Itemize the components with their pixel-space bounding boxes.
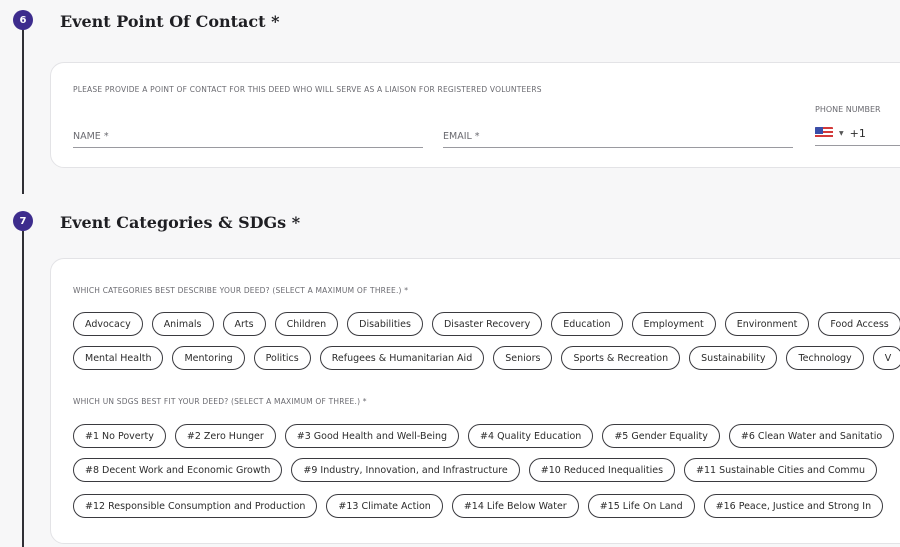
category-chip[interactable]: Arts [222, 312, 266, 336]
section-title-categories: Event Categories & SDGs * [60, 213, 301, 232]
phone-label: PHONE NUMBER [815, 105, 881, 114]
category-chip[interactable]: Food Access [818, 312, 900, 336]
sdg-chip[interactable]: #15 Life On Land [587, 494, 695, 518]
sdg-chip[interactable]: #14 Life Below Water [451, 494, 579, 518]
sdgs-question: WHICH UN SDGS BEST FIT YOUR DEED? (SELEC… [73, 397, 367, 406]
email-placeholder: EMAIL * [443, 130, 480, 142]
category-chip[interactable]: Employment [631, 312, 716, 336]
sdg-chip-row: #12 Responsible Consumption and Producti… [73, 494, 884, 518]
timeline-line [22, 231, 24, 547]
category-chip[interactable]: Mental Health [73, 346, 164, 370]
sdg-chip[interactable]: #12 Responsible Consumption and Producti… [73, 494, 318, 518]
step-badge-7: 7 [13, 211, 33, 231]
us-flag-icon[interactable] [815, 127, 833, 139]
category-chip[interactable]: Mentoring [172, 346, 245, 370]
name-field[interactable]: NAME * [73, 125, 423, 148]
chevron-down-icon[interactable]: ▼ [839, 130, 844, 137]
category-chip[interactable]: Disaster Recovery [431, 312, 543, 336]
sdg-chip[interactable]: #10 Reduced Inequalities [528, 458, 676, 482]
timeline-line [22, 28, 24, 194]
section-title-contact: Event Point Of Contact * [60, 12, 280, 31]
sdg-chip[interactable]: #11 Sustainable Cities and Commu [684, 458, 877, 482]
category-chip[interactable]: Advocacy [73, 312, 143, 336]
sdg-chip[interactable]: #3 Good Health and Well-Being [284, 424, 460, 448]
category-chip[interactable]: Technology [786, 346, 864, 370]
category-chip-row: Mental Health Mentoring Politics Refugee… [73, 346, 900, 370]
category-chip[interactable]: Environment [724, 312, 810, 336]
categories-card: WHICH CATEGORIES BEST DESCRIBE YOUR DEED… [50, 258, 900, 544]
category-chip[interactable]: Politics [253, 346, 311, 370]
category-chip[interactable]: Disabilities [347, 312, 423, 336]
sdg-chip[interactable]: #16 Peace, Justice and Strong In [703, 494, 884, 518]
contact-card: PLEASE PROVIDE A POINT OF CONTACT FOR TH… [50, 62, 900, 168]
category-chip[interactable]: Children [274, 312, 339, 336]
sdg-chip-row: #1 No Poverty #2 Zero Hunger #3 Good Hea… [73, 424, 895, 448]
category-chip-row: Advocacy Animals Arts Children Disabilit… [73, 312, 900, 336]
sdg-chip[interactable]: #8 Decent Work and Economic Growth [73, 458, 283, 482]
sdg-chip-row: #8 Decent Work and Economic Growth #9 In… [73, 458, 877, 482]
sdg-chip[interactable]: #2 Zero Hunger [174, 424, 276, 448]
sdg-chip[interactable]: #1 No Poverty [73, 424, 166, 448]
sdg-chip[interactable]: #9 Industry, Innovation, and Infrastruct… [291, 458, 520, 482]
category-chip[interactable]: Seniors [493, 346, 553, 370]
name-placeholder: NAME * [73, 130, 109, 142]
category-chip[interactable]: Animals [151, 312, 214, 336]
sdg-chip[interactable]: #6 Clean Water and Sanitatio [728, 424, 895, 448]
category-chip[interactable]: Education [551, 312, 623, 336]
sdg-chip[interactable]: #5 Gender Equality [602, 424, 720, 448]
step-badge-6: 6 [13, 10, 33, 30]
category-chip[interactable]: Sports & Recreation [561, 346, 681, 370]
contact-instruction: PLEASE PROVIDE A POINT OF CONTACT FOR TH… [73, 85, 542, 94]
sdg-chip[interactable]: #4 Quality Education [468, 424, 594, 448]
phone-field[interactable]: ▼ +1 [815, 121, 900, 146]
category-chip[interactable]: Refugees & Humanitarian Aid [319, 346, 485, 370]
sdg-chip[interactable]: #13 Climate Action [326, 494, 443, 518]
phone-country-code: +1 [849, 126, 866, 140]
email-field[interactable]: EMAIL * [443, 125, 793, 148]
category-chip[interactable]: V [872, 346, 900, 370]
category-chip[interactable]: Sustainability [689, 346, 778, 370]
categories-question: WHICH CATEGORIES BEST DESCRIBE YOUR DEED… [73, 286, 409, 295]
